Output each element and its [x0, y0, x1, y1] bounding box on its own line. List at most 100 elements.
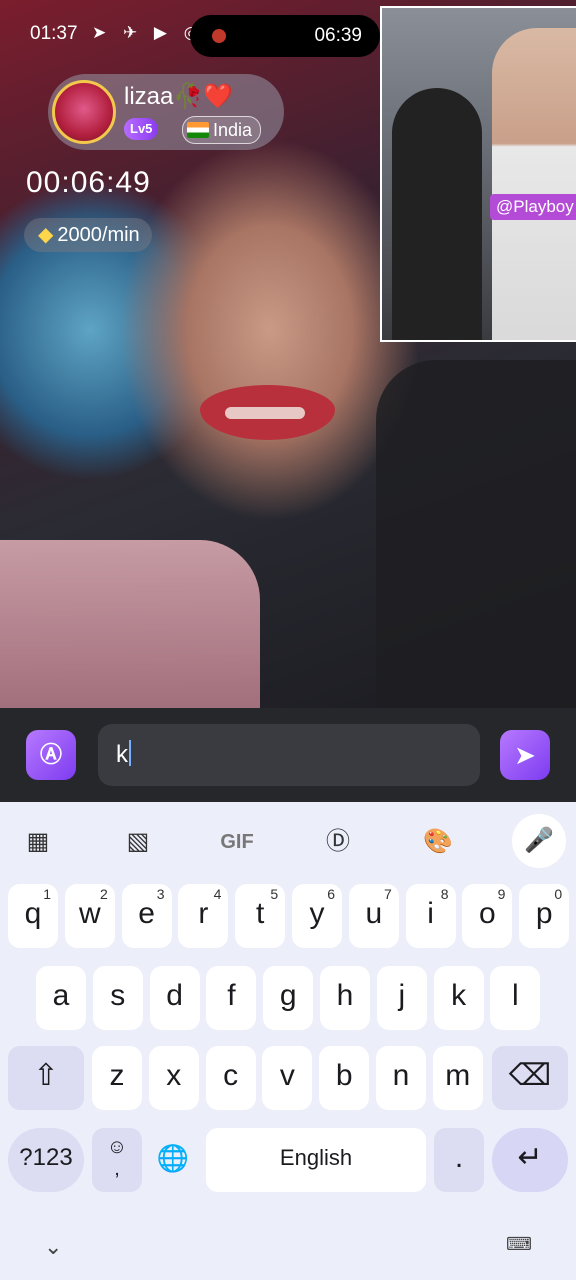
record-dot-icon [212, 29, 226, 43]
pip-person-right [492, 28, 576, 340]
key-label: f [227, 979, 236, 1012]
avatar[interactable] [52, 80, 116, 144]
key-hint: 3 [156, 886, 165, 902]
symbols-key[interactable]: ?123 [8, 1128, 84, 1192]
key-s[interactable]: s [92, 966, 143, 1030]
key-j[interactable]: j [376, 966, 427, 1030]
key-w[interactable]: w2 [64, 884, 115, 948]
key-hint: 7 [384, 886, 392, 902]
key-hint: 5 [270, 886, 279, 902]
backspace-key[interactable]: ⌫ [492, 1046, 568, 1110]
key-label: c [223, 1059, 239, 1092]
emoji-comma-key[interactable]: ☺, [92, 1128, 142, 1192]
key-label: x [166, 1059, 182, 1092]
globe-icon[interactable]: 🌐 [148, 1128, 198, 1192]
key-x[interactable]: x [148, 1046, 199, 1110]
key-n[interactable]: n [376, 1046, 426, 1110]
key-h[interactable]: h [320, 966, 370, 1030]
key-i[interactable]: i8 [405, 884, 456, 948]
key-label: d [166, 979, 183, 1012]
key-hint: 0 [554, 886, 563, 902]
microphone-icon[interactable]: 🎤 [512, 814, 566, 868]
local-video-pip[interactable]: @Playboy [380, 6, 576, 342]
key-l[interactable]: l [490, 966, 541, 1030]
call-timer: 00:06:49 [26, 166, 151, 199]
shift-key[interactable]: ⇧ [8, 1046, 84, 1110]
key-b[interactable]: b [319, 1046, 370, 1110]
key-f[interactable]: f [206, 966, 257, 1030]
hide-keyboard-chevron-icon[interactable]: ⌄ [44, 1234, 62, 1260]
send-button[interactable]: ➤ [500, 730, 550, 780]
status-icons: ➤ ✈ ▶ ◎ [92, 23, 205, 42]
key-hint: 4 [213, 886, 222, 902]
key-label: m [445, 1059, 471, 1092]
keyboard-switch-icon[interactable]: ⌨ [506, 1234, 533, 1255]
key-hint: 2 [100, 886, 108, 902]
key-g[interactable]: g [263, 966, 314, 1030]
message-composer: Ⓐ k ➤ [0, 708, 576, 802]
screen-recording-pill[interactable]: 06:39 [190, 15, 380, 57]
key-label: t [256, 897, 265, 930]
profile-card[interactable]: lizaa🥀❤️ Lv5 India [48, 74, 284, 150]
key-label: l [512, 979, 519, 1012]
key-label: p [535, 897, 553, 930]
pip-watermark-tag: @Playboy [490, 194, 576, 220]
key-q[interactable]: q1 [8, 884, 58, 948]
country-label: India [213, 120, 253, 140]
translate-icon: Ⓐ [39, 742, 62, 767]
apps-grid-icon[interactable]: ▦ [18, 822, 58, 862]
translate-kb-icon[interactable]: Ⓓ [318, 822, 358, 862]
call-rate: 2000/min [57, 224, 140, 246]
key-label: h [336, 979, 354, 1012]
soft-keyboard: ▦ ▧ GIF Ⓓ 🎨 🎤 q1w2e3r4t5y6u7i8o9p0 asdfg… [0, 802, 576, 1280]
pip-person-left [392, 88, 482, 340]
period-key[interactable]: . [434, 1128, 484, 1192]
gif-button[interactable]: GIF [212, 822, 262, 862]
level-badge: Lv5 [124, 118, 159, 140]
key-d[interactable]: d [149, 966, 200, 1030]
key-y[interactable]: y6 [292, 884, 342, 948]
key-e[interactable]: e3 [121, 884, 172, 948]
key-v[interactable]: v [262, 1046, 313, 1110]
country-badge: India [182, 116, 262, 144]
translate-button[interactable]: Ⓐ [26, 730, 76, 780]
username: lizaa🥀❤️ [124, 83, 234, 110]
key-z[interactable]: z [92, 1046, 142, 1110]
key-c[interactable]: c [205, 1046, 256, 1110]
key-t[interactable]: t5 [235, 884, 286, 948]
status-time-left: 01:37 [30, 23, 78, 44]
key-label: b [335, 1059, 353, 1092]
key-label: z [109, 1059, 125, 1092]
key-label: s [110, 979, 126, 1012]
key-label: a [52, 979, 70, 1012]
key-label: v [279, 1059, 295, 1092]
key-m[interactable]: m [432, 1046, 483, 1110]
status-time-right: 06:39 [314, 25, 362, 46]
key-label: u [365, 897, 383, 930]
palette-icon[interactable]: 🎨 [418, 822, 458, 862]
key-o[interactable]: o9 [462, 884, 513, 948]
key-p[interactable]: p0 [519, 884, 570, 948]
call-rate-badge: ◆ 2000/min [24, 218, 152, 252]
video-teeth [225, 407, 305, 419]
emoji-icon: ☺ [106, 1136, 128, 1158]
key-r[interactable]: r4 [178, 884, 229, 948]
key-hint: 1 [43, 886, 51, 902]
diamond-icon: ◆ [38, 224, 54, 246]
message-input-value: k [116, 741, 128, 768]
text-cursor [129, 740, 131, 766]
sticker-icon[interactable]: ▧ [118, 822, 158, 862]
key-k[interactable]: k [433, 966, 484, 1030]
key-label: o [479, 897, 496, 930]
space-key[interactable]: English [206, 1128, 426, 1192]
message-input[interactable]: k [98, 724, 480, 786]
level-badge-label: Lv5 [130, 121, 153, 136]
key-u[interactable]: u7 [348, 884, 399, 948]
key-a[interactable]: a [36, 966, 86, 1030]
send-icon: ➤ [514, 740, 536, 770]
key-label: g [279, 979, 297, 1012]
enter-key[interactable]: ↵ [492, 1128, 568, 1192]
nav-bar: ⌄ ⌨ [0, 1230, 576, 1280]
key-label: j [398, 979, 406, 1012]
key-hint: 8 [440, 886, 449, 902]
